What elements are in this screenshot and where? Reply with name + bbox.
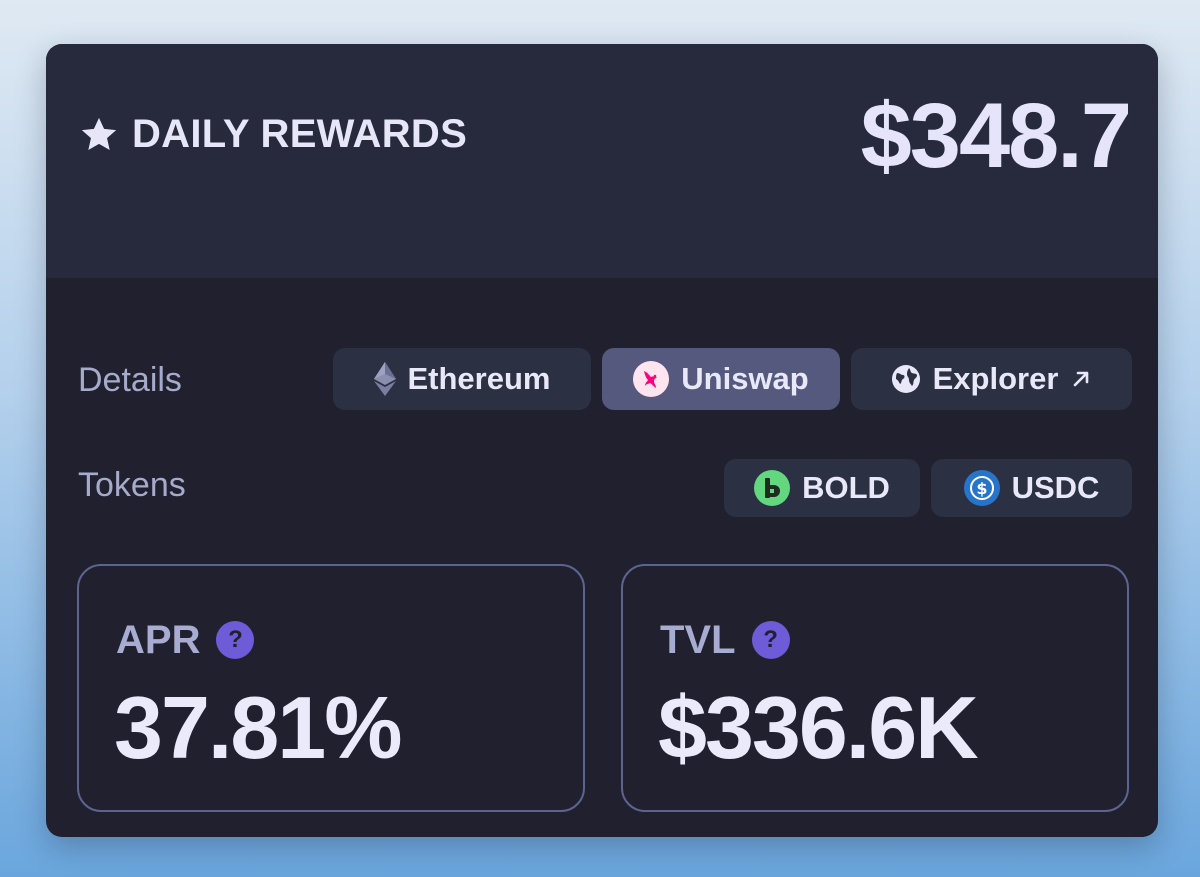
arrow-up-right-icon xyxy=(1070,368,1092,390)
explorer-link[interactable]: Explorer xyxy=(851,348,1132,410)
explorer-label: Explorer xyxy=(932,361,1059,396)
usdc-token-label: USDC xyxy=(1011,470,1100,505)
header-title: DAILY REWARDS xyxy=(78,112,467,157)
usdc-token-icon: $ xyxy=(963,470,1000,506)
header-title-text: DAILY REWARDS xyxy=(132,112,468,156)
apr-header: APR ? xyxy=(116,618,255,662)
tvl-label: TVL xyxy=(660,618,736,662)
uniswap-link[interactable]: Uniswap xyxy=(602,348,840,410)
star-icon xyxy=(78,114,120,156)
bold-token-badge[interactable]: BOLD xyxy=(724,459,920,517)
bold-token-label: BOLD xyxy=(802,470,890,505)
ethereum-icon xyxy=(373,362,396,396)
tvl-card: TVL ? $336.6K xyxy=(621,564,1129,812)
tvl-value: $336.6K xyxy=(658,678,979,777)
bold-token-icon xyxy=(754,470,791,506)
tvl-header: TVL ? xyxy=(660,618,790,662)
details-label: Details xyxy=(78,361,182,399)
daily-rewards-amount: $348.7 xyxy=(860,85,1132,187)
ethereum-link[interactable]: Ethereum xyxy=(333,348,591,410)
apr-help-icon[interactable]: ? xyxy=(216,621,255,659)
apr-label: APR xyxy=(116,618,201,662)
svg-text:$: $ xyxy=(976,479,987,498)
globe-icon xyxy=(891,364,921,394)
apr-value: 37.81% xyxy=(114,678,402,777)
uniswap-label: Uniswap xyxy=(681,361,809,396)
card-header: DAILY REWARDS $348.7 xyxy=(46,44,1158,278)
uniswap-icon xyxy=(633,361,670,397)
ethereum-label: Ethereum xyxy=(407,361,551,396)
usdc-token-badge[interactable]: $ USDC xyxy=(931,459,1132,517)
apr-card: APR ? 37.81% xyxy=(77,564,585,812)
tokens-label: Tokens xyxy=(78,466,186,504)
tvl-help-icon[interactable]: ? xyxy=(751,621,790,659)
rewards-card: DAILY REWARDS $348.7 Details Ethereum Un… xyxy=(46,44,1158,837)
